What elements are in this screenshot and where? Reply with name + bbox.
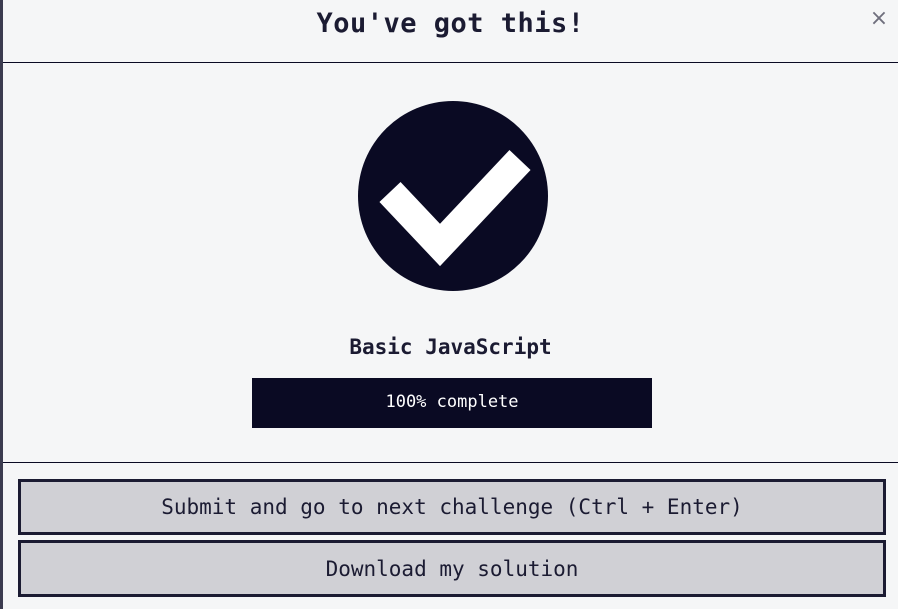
modal-body: Basic JavaScript 100% complete <box>3 63 898 463</box>
download-solution-button[interactable]: Download my solution <box>18 540 886 597</box>
modal-title: You've got this! <box>316 8 585 39</box>
close-button[interactable]: × <box>868 6 890 32</box>
progress-label: 100% complete <box>385 392 519 412</box>
completion-modal: You've got this! × Basic JavaScript 100%… <box>0 0 898 609</box>
check-circle-icon <box>358 101 548 291</box>
progress-bar: 100% complete <box>252 378 652 428</box>
submit-next-challenge-button[interactable]: Submit and go to next challenge (Ctrl + … <box>18 479 886 535</box>
course-title: Basic JavaScript <box>349 335 552 359</box>
modal-header: You've got this! × <box>3 0 898 63</box>
